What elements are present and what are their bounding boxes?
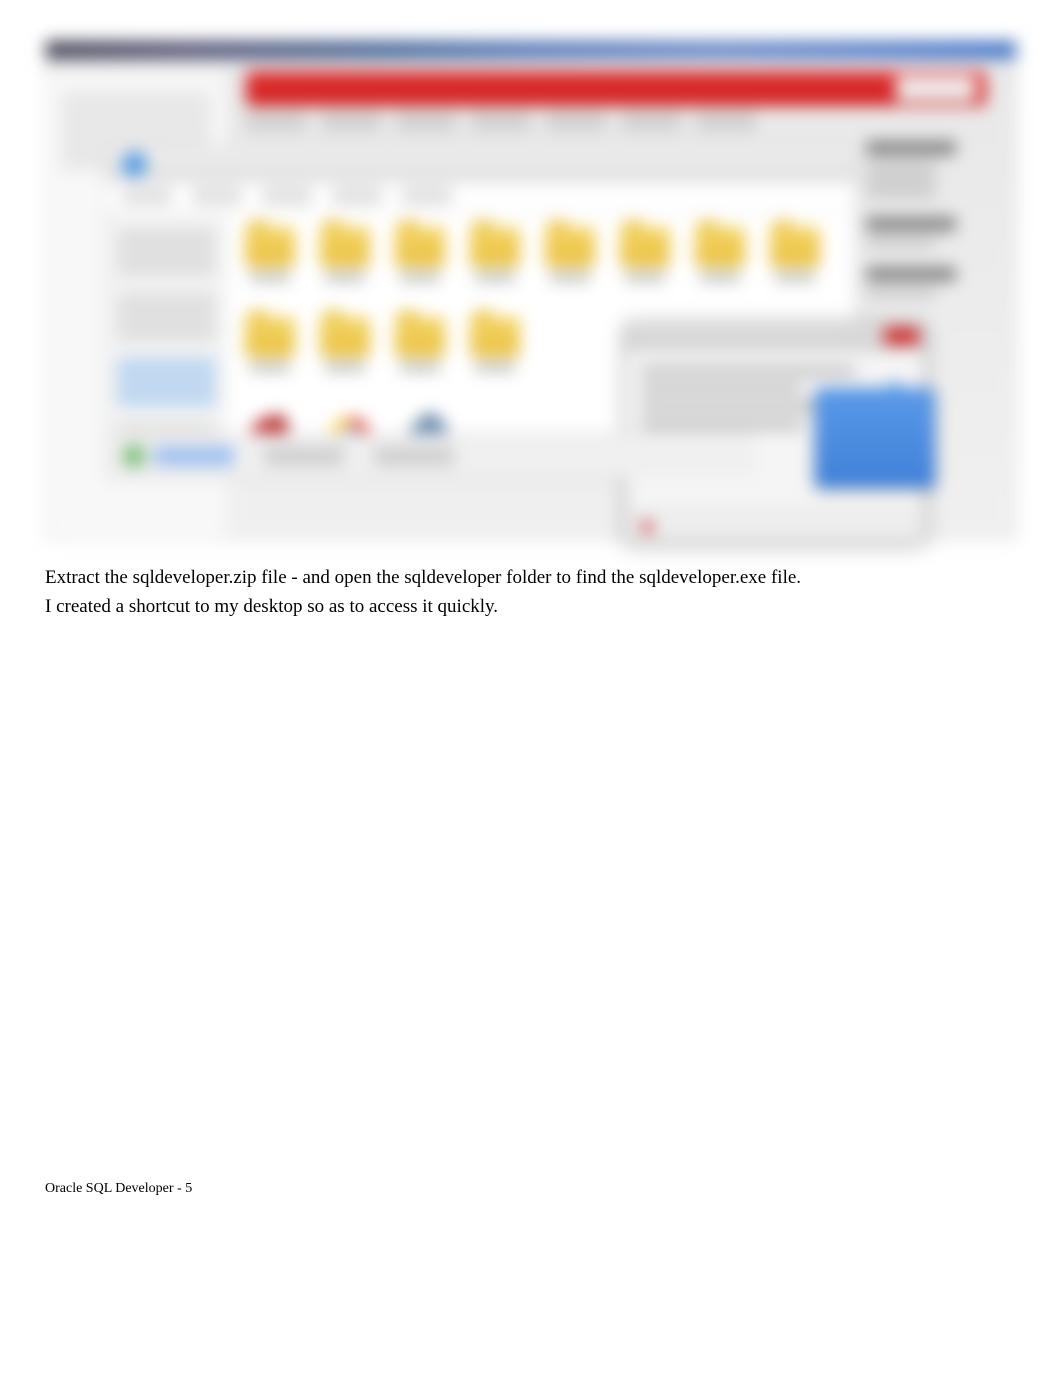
section-line xyxy=(866,239,936,247)
instruction-text-block: Extract the sqldeveloper.zip file - and … xyxy=(45,565,1017,620)
tab-item xyxy=(696,111,756,131)
window-header xyxy=(107,147,855,182)
red-banner xyxy=(246,71,986,106)
download-item xyxy=(264,446,344,466)
browser-titlebar xyxy=(46,41,1016,59)
tab-item xyxy=(321,111,381,131)
banner-button xyxy=(896,76,976,101)
page-footer: Oracle SQL Developer - 5 xyxy=(45,1181,192,1197)
section-line xyxy=(866,189,936,197)
folder-icon xyxy=(767,227,822,297)
popup-footer xyxy=(626,509,924,541)
window-toolbar xyxy=(107,182,855,212)
download-name xyxy=(264,446,344,466)
tab-item xyxy=(246,111,306,131)
download-item xyxy=(374,446,454,466)
sidebar-entry-active xyxy=(117,357,216,407)
toolbar-item xyxy=(262,187,312,205)
alert-icon xyxy=(641,521,653,533)
instruction-line-2: I created a shortcut to my desktop so as… xyxy=(45,594,1017,621)
blurred-screenshot xyxy=(45,40,1017,540)
download-name xyxy=(374,446,454,466)
sidebar-entry xyxy=(117,292,216,342)
section-heading xyxy=(866,267,956,281)
windows-orb-icon xyxy=(122,152,147,177)
section-heading xyxy=(866,217,956,231)
folder-icon xyxy=(242,317,297,387)
download-name xyxy=(154,446,234,466)
popup-text xyxy=(641,420,802,430)
tab-item xyxy=(546,111,606,131)
file-explorer-window xyxy=(106,146,856,479)
folder-icon xyxy=(317,317,372,387)
toolbar-item xyxy=(122,187,172,205)
toolbar-item xyxy=(332,187,382,205)
tab-item xyxy=(471,111,531,131)
folder-icon xyxy=(242,227,297,297)
folder-icon xyxy=(467,227,522,297)
folder-icon xyxy=(542,227,597,297)
folder-icon xyxy=(392,227,447,297)
section-line xyxy=(866,176,936,184)
page-right-sidebar xyxy=(866,141,1016,491)
section-line xyxy=(866,289,936,297)
folder-icon xyxy=(467,317,522,387)
sidebar-entry xyxy=(117,227,216,277)
download-bar xyxy=(107,433,755,478)
tab-area xyxy=(246,111,886,136)
toolbar-item xyxy=(192,187,242,205)
right-section xyxy=(866,217,1016,247)
right-section xyxy=(866,141,1016,197)
popup-text xyxy=(641,384,802,394)
folder-icon xyxy=(692,227,747,297)
folder-icon xyxy=(617,227,672,297)
popup-text xyxy=(641,366,855,376)
instruction-line-1: Extract the sqldeveloper.zip file - and … xyxy=(45,565,1017,592)
folder-icon xyxy=(392,317,447,387)
tab-item xyxy=(621,111,681,131)
toolbar-item xyxy=(402,187,452,205)
right-section xyxy=(866,267,1016,297)
download-item xyxy=(122,444,234,468)
download-icon xyxy=(122,444,146,468)
browser-frame xyxy=(45,40,1017,540)
folder-icon xyxy=(317,227,372,297)
tab-item xyxy=(396,111,456,131)
section-line xyxy=(866,163,936,171)
section-heading xyxy=(866,141,956,155)
